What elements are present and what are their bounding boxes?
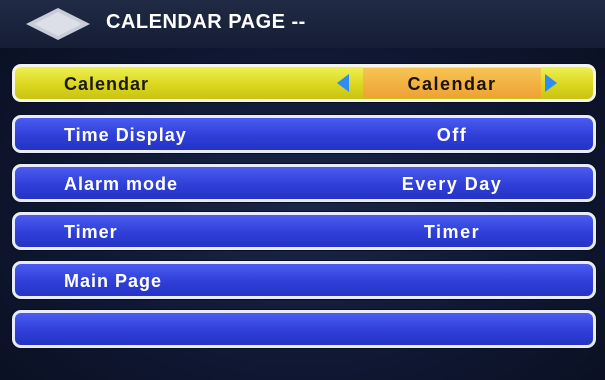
menu-item-timer[interactable]: Timer Timer	[12, 212, 596, 250]
diamond-icon	[26, 8, 90, 40]
arrow-left-icon[interactable]	[337, 74, 349, 92]
osd-screen: CALENDAR PAGE -- Calendar Calendar Time …	[0, 0, 605, 380]
menu-item-alarm-mode[interactable]: Alarm mode Every Day	[12, 164, 596, 202]
menu-item-value: Calendar	[407, 74, 497, 94]
menu-item-label: Time Display	[64, 125, 187, 145]
menu-item-value: Off	[436, 125, 468, 145]
menu-item-empty[interactable]	[12, 310, 596, 348]
menu-item-time-display[interactable]: Time Display Off	[12, 115, 596, 153]
menu-item-label: Calendar	[64, 74, 150, 94]
menu-item-label: Main Page	[64, 271, 163, 291]
header-bar: CALENDAR PAGE --	[0, 0, 605, 48]
page-title: CALENDAR PAGE --	[106, 11, 306, 33]
menu-item-value: Timer	[423, 222, 481, 242]
arrow-right-icon[interactable]	[545, 74, 557, 92]
menu-item-label: Alarm mode	[64, 174, 179, 194]
menu-item-main-page[interactable]: Main Page	[12, 261, 596, 299]
menu-item-value: Every Day	[401, 174, 503, 194]
menu-item-label: Timer	[64, 222, 118, 242]
menu-item-calendar[interactable]: Calendar Calendar	[12, 64, 596, 102]
